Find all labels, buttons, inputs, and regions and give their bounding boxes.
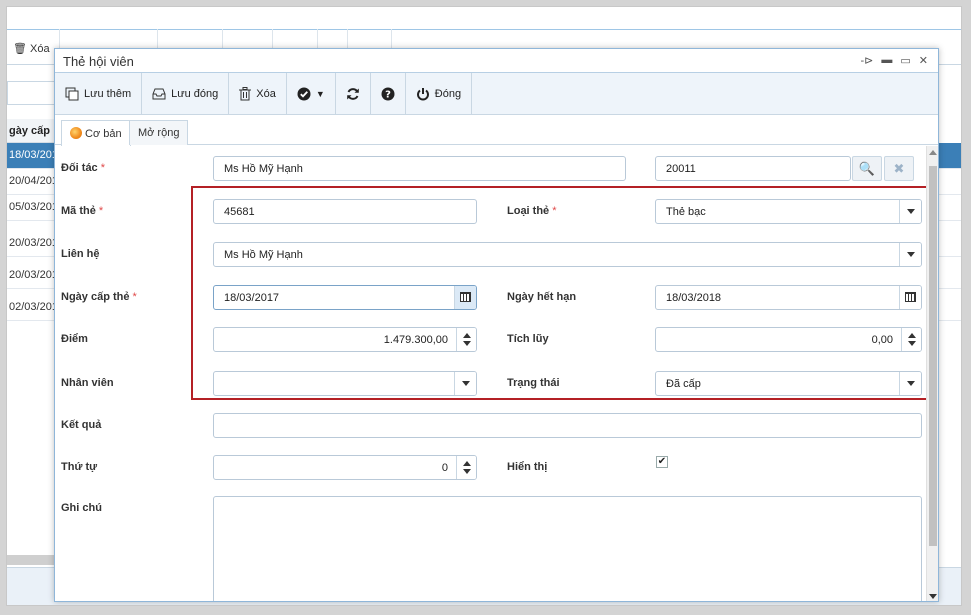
check-circle-icon <box>297 87 311 100</box>
save-new-button[interactable]: Lưu thêm <box>55 73 143 114</box>
delete-label: Xóa <box>256 87 276 100</box>
tab-extended-label: Mở rộng <box>138 127 180 139</box>
close-button[interactable]: Đóng <box>406 73 473 114</box>
issue-date-label: Ngày cấp thẻ * <box>61 291 137 303</box>
save-close-label: Lưu đóng <box>171 87 219 100</box>
close-label: Đóng <box>434 87 462 100</box>
clear-icon: ✖ <box>893 161 905 176</box>
contact-value: Ms Hồ Mỹ Hạnh <box>224 249 303 261</box>
status-label: Trạng thái <box>507 377 560 389</box>
save-close-button[interactable]: Lưu đóng <box>142 73 230 114</box>
inbox-icon <box>152 88 166 99</box>
points-label: Điểm <box>61 333 88 345</box>
chevron-down-icon[interactable] <box>899 243 921 266</box>
maximize-icon[interactable]: ▭ <box>900 54 910 67</box>
chevron-down-icon[interactable] <box>899 200 921 223</box>
points-value: 1.479.300,00 <box>383 334 448 346</box>
contact-select[interactable]: Ms Hồ Mỹ Hạnh <box>213 242 922 267</box>
refresh-icon <box>346 87 359 100</box>
help-button[interactable]: ? <box>371 73 406 114</box>
contact-label: Liên hệ <box>61 248 100 260</box>
issue-date-field[interactable]: 18/03/2017 <box>213 285 477 310</box>
tab-extended[interactable]: Mở rộng <box>129 120 189 145</box>
search-icon: 🔍 <box>858 161 876 176</box>
card-type-value: Thẻ bạc <box>666 206 706 218</box>
member-card-dialog: Thẻ hội viên -⊳ ▬ ▭ ✕ Lưu thêm Lưu đóng … <box>54 48 939 602</box>
note-label: Ghi chú <box>61 502 102 514</box>
partner-code-field[interactable]: 20011 <box>655 156 851 181</box>
card-no-field[interactable]: 45681 <box>213 199 477 224</box>
dialog-titlebar[interactable]: Thẻ hội viên -⊳ ▬ ▭ ✕ <box>55 49 938 73</box>
power-icon <box>416 87 429 100</box>
background-grid-header: gày cấp <box>7 119 55 143</box>
scroll-down-icon[interactable] <box>929 594 937 599</box>
partner-clear-button[interactable]: ✖ <box>884 156 914 181</box>
tab-basic-label: Cơ bản <box>85 128 122 140</box>
basic-tab-icon <box>70 127 82 139</box>
refresh-button[interactable] <box>336 73 371 114</box>
spinner-icon[interactable] <box>456 328 476 351</box>
status-value: Đã cấp <box>666 378 701 390</box>
dialog-tabs: Cơ bản Mở rộng <box>55 115 938 146</box>
approve-dropdown-button[interactable]: ▼ <box>287 73 336 114</box>
dropdown-caret-icon: ▼ <box>315 88 325 99</box>
expiry-date-field[interactable]: 18/03/2018 <box>655 285 922 310</box>
card-type-label: Loại thẻ * <box>507 205 557 217</box>
partner-label: Đối tác * <box>61 162 106 174</box>
result-field[interactable] <box>213 413 922 438</box>
expiry-date-value: 18/03/2018 <box>666 292 722 304</box>
chevron-down-icon[interactable] <box>899 372 921 395</box>
dialog-toolbar: Lưu thêm Lưu đóng Xóa ▼ ? Đóng <box>55 73 938 115</box>
scroll-thumb[interactable] <box>929 166 937 546</box>
calendar-icon[interactable] <box>899 286 921 309</box>
accumulated-label: Tích lũy <box>507 333 549 345</box>
result-label: Kết quả <box>61 419 102 431</box>
close-icon[interactable]: ✕ <box>919 54 928 67</box>
background-horizontal-scrollbar[interactable] <box>7 555 55 565</box>
form-vertical-scrollbar[interactable] <box>926 146 938 601</box>
card-no-label: Mã thẻ * <box>61 205 104 217</box>
note-textarea[interactable] <box>213 496 922 601</box>
background-search-input[interactable] <box>7 81 55 105</box>
pin-icon[interactable]: -⊳ <box>860 54 873 67</box>
accumulated-field[interactable]: 0,00 <box>655 327 922 352</box>
chevron-down-icon[interactable] <box>454 372 476 395</box>
copy-icon <box>65 87 79 100</box>
card-type-select[interactable]: Thẻ bạc <box>655 199 922 224</box>
svg-text:?: ? <box>385 89 391 100</box>
calendar-icon[interactable] <box>454 286 476 309</box>
background-delete-button[interactable]: 🗑 Xóa <box>13 42 50 55</box>
expiry-date-label: Ngày hết hạn <box>507 291 577 303</box>
background-delete-label: Xóa <box>30 43 50 55</box>
status-select[interactable]: Đã cấp <box>655 371 922 396</box>
background-toolbar-dividers <box>7 29 961 65</box>
trash-icon <box>239 86 252 100</box>
visible-label: Hiển thị <box>507 461 548 473</box>
save-new-label: Lưu thêm <box>84 87 132 100</box>
partner-search-button[interactable]: 🔍 <box>852 156 882 181</box>
checkmark-icon: ✔ <box>657 456 667 467</box>
visible-checkbox[interactable]: ✔ <box>656 456 668 468</box>
points-field[interactable]: 1.479.300,00 <box>213 327 477 352</box>
minimize-icon[interactable]: ▬ <box>881 54 892 67</box>
spinner-icon[interactable] <box>901 328 921 351</box>
window-controls: -⊳ ▬ ▭ ✕ <box>860 54 928 67</box>
employee-label: Nhân viên <box>61 377 114 389</box>
dialog-title: Thẻ hội viên <box>63 54 134 69</box>
tab-basic[interactable]: Cơ bản <box>61 120 131 146</box>
spinner-icon[interactable] <box>456 456 476 479</box>
order-field[interactable]: 0 <box>213 455 477 480</box>
issue-date-value: 18/03/2017 <box>224 292 280 304</box>
scroll-up-icon[interactable] <box>929 150 937 155</box>
help-icon: ? <box>381 87 395 100</box>
member-card-form: Đối tác * Ms Hồ Mỹ Hạnh 20011 🔍 ✖ Mã thẻ… <box>55 146 930 601</box>
employee-select[interactable] <box>213 371 477 396</box>
order-label: Thứ tự <box>61 461 98 473</box>
accumulated-value: 0,00 <box>871 334 893 346</box>
partner-name-field[interactable]: Ms Hồ Mỹ Hạnh <box>213 156 626 181</box>
order-value: 0 <box>441 462 448 474</box>
app-window: 🗑 Xóa gày cấp 18/03/201 20/04/201 05/03/… <box>6 6 962 606</box>
delete-button[interactable]: Xóa <box>229 73 287 114</box>
